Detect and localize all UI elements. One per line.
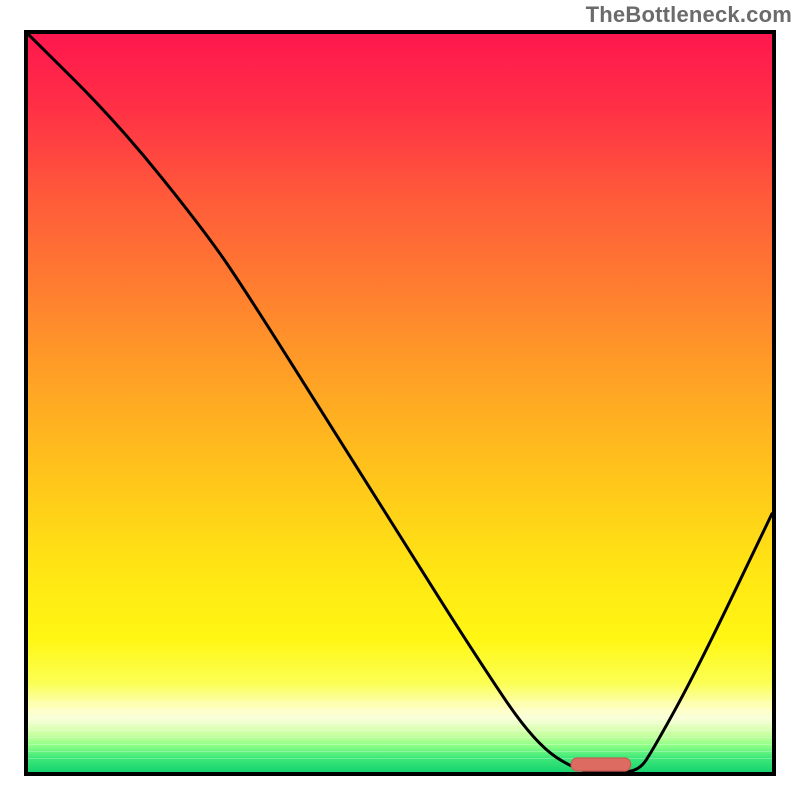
optimal-range-marker — [28, 34, 772, 772]
plot-area — [24, 30, 776, 776]
watermark-label: TheBottleneck.com — [586, 2, 792, 28]
chart-container: TheBottleneck.com — [0, 0, 800, 800]
